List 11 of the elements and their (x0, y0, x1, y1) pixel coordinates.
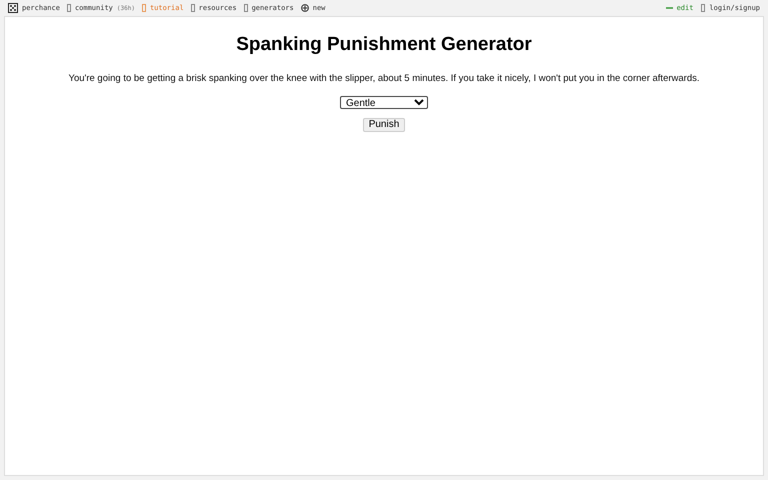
box-icon (142, 4, 146, 12)
plus-circle-icon (300, 4, 309, 12)
box-icon (66, 4, 71, 12)
box-icon (701, 4, 706, 12)
level-select[interactable]: Gentle (340, 96, 428, 109)
output-text: You're going to be getting a brisk spanking over the knee with the slipper, about 5 minutes. If you take it nicely, I won't put you in the corner afterwards. (68, 72, 700, 86)
dice-icon (8, 3, 18, 13)
page-title: Spanking Punishment Generator (236, 33, 532, 57)
box-icon (244, 4, 248, 12)
punish-button[interactable]: Punish (362, 118, 406, 132)
box-icon (190, 4, 195, 12)
